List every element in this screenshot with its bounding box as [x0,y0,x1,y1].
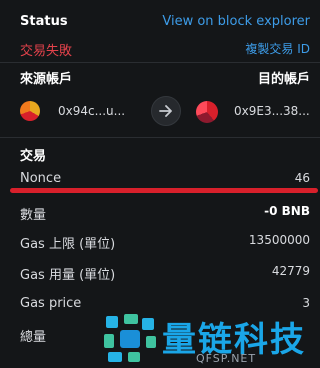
brand-logo-icon [104,314,156,362]
watermark: 量链科技 QFSP.NET [100,310,320,368]
gas-limit-label: Gas 上限 (單位) [20,237,116,252]
transaction-section-label: 交易 [20,149,47,164]
to-account-label: 目的帳戶 [257,72,310,87]
from-address: 0x94c...u... [58,104,126,118]
status-label: Status [20,14,68,29]
total-label: 總量 [20,330,47,345]
from-account-avatar [20,101,40,121]
gas-used-value: 42779 [271,264,310,278]
arrow-right-icon [159,105,172,117]
view-explorer-link[interactable]: View on block explorer [162,14,310,29]
gas-price-value: 3 [302,296,310,310]
from-account-label: 來源帳戶 [20,72,73,87]
to-address: 0x9E3...38... [234,104,310,118]
copy-tx-id-link[interactable]: 複製交易 ID [245,40,310,57]
gas-price-label: Gas price [20,296,82,311]
watermark-domain: QFSP.NET [196,352,257,365]
divider [0,62,320,63]
nonce-value: 46 [294,171,310,185]
amount-value: -0 BNB [264,204,310,218]
nonce-label: Nonce [20,171,62,186]
transfer-arrow [151,96,181,126]
gas-used-label: Gas 用量 (單位) [20,268,116,283]
divider [0,137,320,138]
to-account-avatar [196,101,218,123]
highlight-underline [10,188,318,193]
gas-limit-value: 13500000 [248,233,310,247]
amount-label: 數量 [20,208,47,223]
status-value: 交易失敗 [20,44,73,59]
